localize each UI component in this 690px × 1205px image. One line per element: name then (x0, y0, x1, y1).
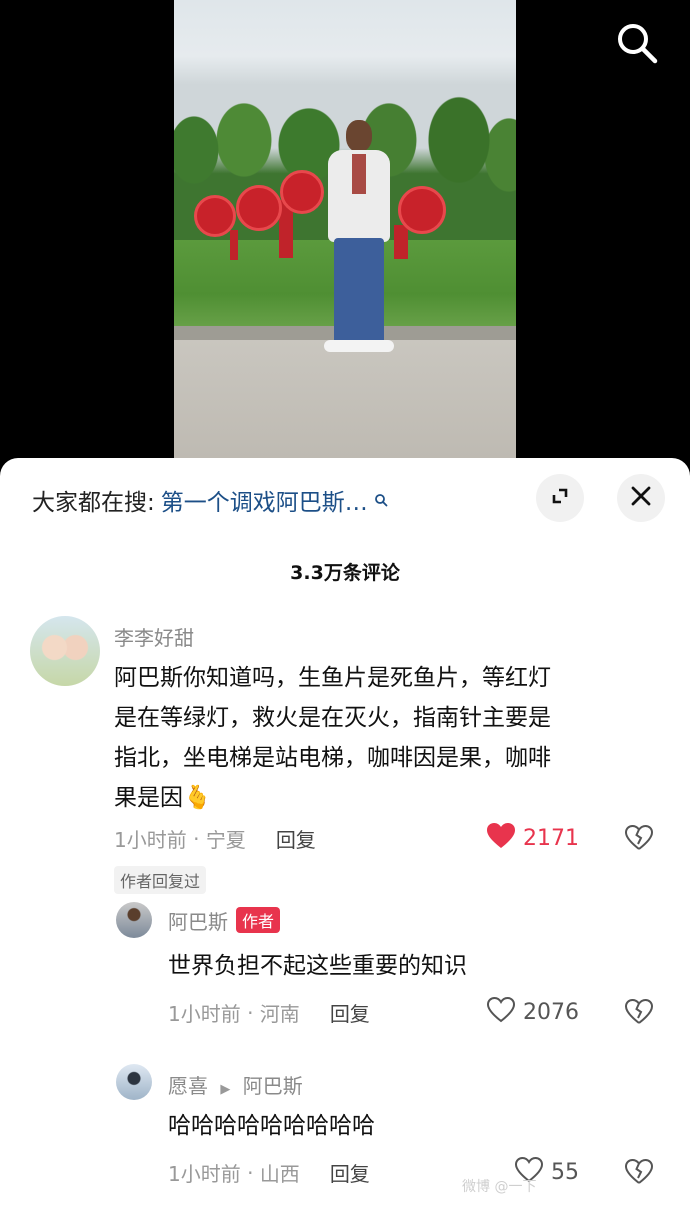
reply-meta: 1小时前 · 河南 回复 (168, 998, 370, 1027)
reply-time: 1小时前 (168, 1002, 241, 1026)
reply-button[interactable]: 回复 (276, 824, 316, 853)
reply-username-text: 愿喜 (168, 1074, 208, 1098)
comment-text-line: 果是因🫰 (114, 785, 212, 811)
close-icon (630, 485, 652, 511)
reply-username[interactable]: 阿巴斯 作者 (168, 906, 281, 935)
comment-sheet: 大家都在搜: 第一个调戏阿巴斯… 3.3万条评论 李李好甜 阿巴斯你知道吗，生鱼… (0, 458, 690, 1205)
hot-search-bar[interactable]: 大家都在搜: 第一个调戏阿巴斯… (32, 482, 388, 518)
avatar[interactable] (116, 902, 152, 938)
reply-username-text: 阿巴斯 (168, 910, 228, 934)
comment-text-line: 阿巴斯你知道吗，生鱼片是死鱼片，等红灯 (114, 665, 551, 691)
reply-username[interactable]: 愿喜 ▶ 阿巴斯 (168, 1070, 303, 1099)
heart-filled-icon (486, 822, 516, 855)
dislike-button[interactable] (624, 998, 654, 1029)
video-area[interactable] (0, 0, 690, 470)
reply-arrow-icon: ▶ (220, 1082, 231, 1097)
reply-button[interactable]: 回复 (330, 1158, 370, 1187)
expand-button[interactable] (536, 474, 584, 522)
sign-circle (236, 185, 282, 231)
comment-username[interactable]: 李李好甜 (114, 622, 194, 651)
reply-to-username[interactable]: 阿巴斯 (243, 1074, 303, 1098)
search-icon (374, 487, 388, 513)
like-button[interactable]: 2171 (486, 822, 579, 855)
broken-heart-icon (624, 824, 654, 855)
reply-item: 愿喜 ▶ 阿巴斯 哈哈哈哈哈哈哈哈哈 1小时前 · 山西 回复 55 (0, 1062, 690, 1202)
person-figure (324, 120, 394, 360)
sign-circle (280, 170, 324, 214)
separator-dot: · (240, 1160, 260, 1185)
comment-time: 1小时前 (114, 828, 187, 852)
close-button[interactable] (617, 474, 665, 522)
comment-meta: 1小时前 · 宁夏 回复 (114, 824, 316, 853)
broken-heart-icon (624, 998, 654, 1029)
comment-text-line: 指北，坐电梯是站电梯，咖啡因是果，咖啡 (114, 745, 551, 771)
reply-location: 山西 (259, 1162, 300, 1186)
expand-icon (549, 485, 571, 511)
watermark: 微博 @一下 (462, 1179, 537, 1195)
reply-meta: 1小时前 · 山西 回复 (168, 1158, 370, 1187)
broken-heart-icon (624, 1158, 654, 1189)
reply-text: 哈哈哈哈哈哈哈哈哈 (168, 1113, 375, 1139)
like-count: 55 (551, 1160, 579, 1185)
avatar[interactable] (30, 616, 100, 686)
comment-count-title: 3.3万条评论 (290, 562, 400, 584)
dislike-button[interactable] (624, 824, 654, 855)
sign-circle (194, 195, 236, 237)
author-replied-tag: 作者回复过 (114, 866, 207, 894)
sign-circle (398, 186, 446, 234)
heart-outline-icon (486, 996, 516, 1029)
sign-stem (230, 230, 238, 260)
comment-item: 李李好甜 阿巴斯你知道吗，生鱼片是死鱼片，等红灯 是在等绿灯，救火是在灭火，指南… (0, 608, 690, 908)
comment-text-line: 是在等绿灯，救火是在灭火，指南针主要是 (114, 705, 551, 731)
author-badge: 作者 (236, 907, 281, 933)
search-icon[interactable] (614, 20, 660, 66)
comment-location: 宁夏 (205, 828, 246, 852)
reply-text: 世界负担不起这些重要的知识 (168, 953, 467, 979)
sign-stem (394, 225, 408, 259)
like-count: 2076 (523, 1000, 579, 1025)
hot-search-prefix: 大家都在搜: (32, 490, 155, 516)
dislike-button[interactable] (624, 1158, 654, 1189)
avatar[interactable] (116, 1064, 152, 1100)
comment-text: 阿巴斯你知道吗，生鱼片是死鱼片，等红灯 是在等绿灯，救火是在灭火，指南针主要是 … (114, 658, 664, 818)
hot-search-query[interactable]: 第一个调戏阿巴斯… (161, 483, 368, 517)
like-count: 2171 (523, 826, 579, 851)
like-button[interactable]: 2076 (486, 996, 579, 1029)
reply-time: 1小时前 (168, 1162, 241, 1186)
reply-button[interactable]: 回复 (330, 998, 370, 1027)
separator-dot: · (186, 826, 206, 851)
reply-item: 阿巴斯 作者 世界负担不起这些重要的知识 1小时前 · 河南 回复 2076 (0, 898, 690, 1038)
video-frame[interactable] (174, 0, 516, 470)
separator-dot: · (240, 1000, 260, 1025)
reply-location: 河南 (259, 1002, 300, 1026)
